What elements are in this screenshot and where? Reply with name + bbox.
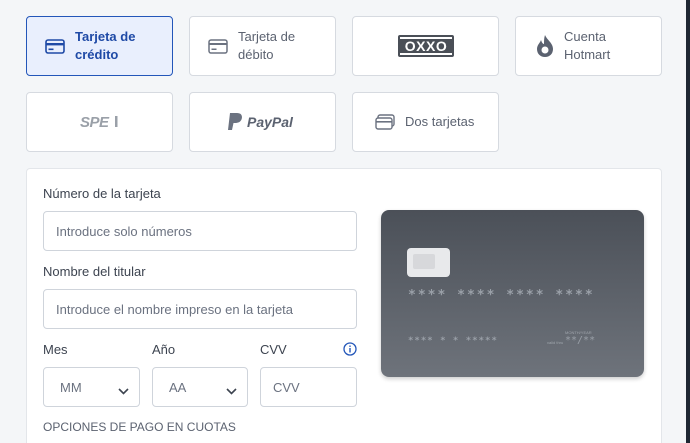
two-cards-icon xyxy=(375,114,395,130)
year-select-value: AA xyxy=(169,379,187,395)
chevron-down-icon xyxy=(226,383,237,398)
card-number-label: Número de la tarjeta xyxy=(43,186,161,201)
chevron-down-icon xyxy=(118,383,129,398)
method-label: Tarjeta de débito xyxy=(238,29,296,62)
method-hotmart[interactable]: Cuenta Hotmart xyxy=(515,16,662,76)
cvv-input[interactable] xyxy=(260,367,357,407)
info-icon[interactable] xyxy=(343,342,357,361)
month-select-value: MM xyxy=(60,379,82,395)
svg-text:SPE: SPE xyxy=(80,114,110,131)
card-preview-name: **** * * ***** xyxy=(408,336,498,346)
month-select[interactable]: MM xyxy=(43,367,140,407)
method-debit-card[interactable]: Tarjeta de débito xyxy=(189,16,336,76)
card-preview-exp: **/** xyxy=(565,335,596,346)
year-select[interactable]: AA xyxy=(152,367,248,407)
year-label: Año xyxy=(152,342,176,357)
method-credit-card[interactable]: Tarjeta de crédito xyxy=(26,16,173,76)
method-paypal[interactable]: PayPal xyxy=(189,92,336,152)
method-oxxo[interactable]: OXXO xyxy=(352,16,499,76)
installments-label: OPCIONES DE PAGO EN CUOTAS xyxy=(43,420,236,434)
cvv-label: CVV xyxy=(260,342,287,357)
card-number-input[interactable] xyxy=(43,211,357,251)
card-preview: **** **** **** **** **** * * ***** MONTH… xyxy=(381,210,644,377)
svg-text:PayPal: PayPal xyxy=(247,114,294,130)
card-chip-icon xyxy=(407,248,450,277)
method-label: Cuenta Hotmart xyxy=(564,29,611,62)
credit-card-icon xyxy=(45,38,65,54)
method-spei[interactable]: SPE xyxy=(26,92,173,152)
card-preview-number: **** **** **** **** xyxy=(408,288,595,303)
debit-card-icon xyxy=(208,38,228,54)
method-label: Dos tarjetas xyxy=(405,114,475,129)
spei-logo: SPE xyxy=(80,113,120,131)
svg-text:OXXO: OXXO xyxy=(404,38,446,54)
oxxo-logo: OXXO xyxy=(397,35,454,57)
hotmart-flame-icon xyxy=(536,34,554,58)
window-edge xyxy=(686,0,690,443)
holder-name-input[interactable] xyxy=(43,289,357,329)
method-two-cards[interactable]: Dos tarjetas xyxy=(352,92,499,152)
holder-name-label: Nombre del titular xyxy=(43,264,146,279)
method-label: Tarjeta de crédito xyxy=(75,29,136,62)
paypal-logo: PayPal xyxy=(227,111,299,133)
checkout-page: Tarjeta de crédito Tarjeta de débito OXXO … xyxy=(0,0,690,443)
card-preview-valid-thru: valid thru xyxy=(547,340,564,345)
month-label: Mes xyxy=(43,342,68,357)
